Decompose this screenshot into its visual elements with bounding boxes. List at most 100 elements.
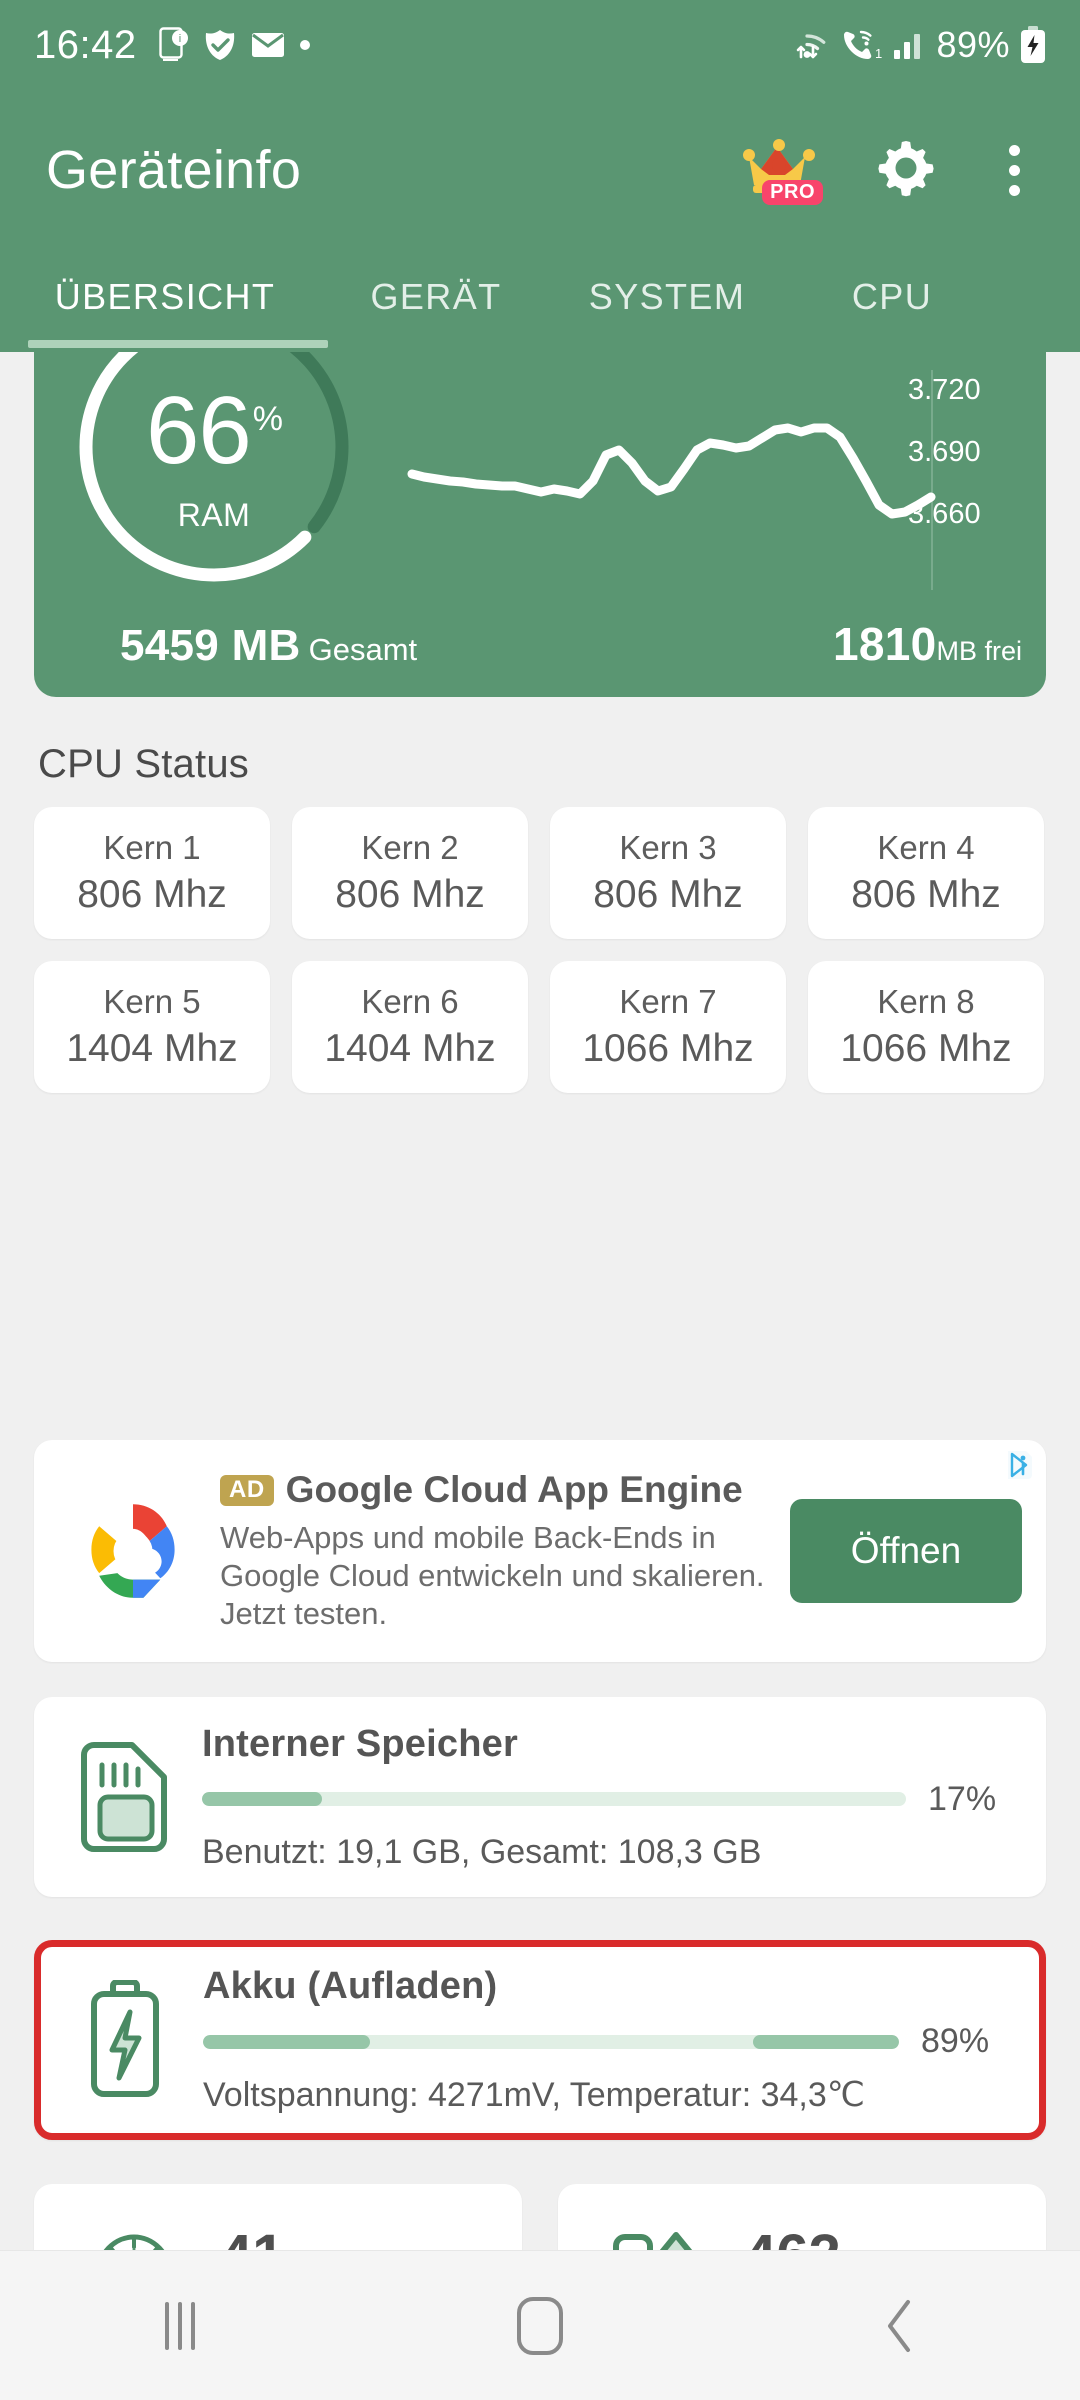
storage-detail: Benutzt: 19,1 GB, Gesamt: 108,3 GB (202, 1833, 1020, 1872)
ram-free-label: MB frei (936, 636, 1022, 666)
app-bar-actions: PRO (741, 135, 1034, 205)
battery-detail: Voltspannung: 4271mV, Temperatur: 34,3℃ (203, 2075, 1013, 2115)
cpu-core-name: Kern 4 (877, 829, 974, 867)
ram-total-label: Gesamt (309, 632, 418, 667)
scroll-content[interactable]: 66% RAM 3.720 3.690 3.660 5459 MBGesamt … (0, 352, 1080, 2250)
cpu-core-name: Kern 7 (619, 983, 716, 1021)
ram-total-value: 5459 MB (120, 621, 301, 670)
shield-check-icon (203, 28, 237, 62)
ram-label: RAM (178, 497, 251, 534)
cpu-core-name: Kern 1 (103, 829, 200, 867)
ram-card[interactable]: 66% RAM 3.720 3.690 3.660 5459 MBGesamt … (34, 352, 1046, 697)
svg-text:1: 1 (875, 46, 882, 61)
status-battery-percent: 89% (936, 24, 1010, 66)
cpu-core-card[interactable]: Kern 2 806 Mhz (292, 807, 528, 939)
home-icon[interactable] (440, 2251, 640, 2400)
tab-geraet-label: GERÄT (370, 276, 501, 317)
tab-geraet[interactable]: GERÄT (330, 262, 542, 318)
page-title: Geräteinfo (46, 139, 301, 201)
cpu-core-card[interactable]: Kern 4 806 Mhz (808, 807, 1044, 939)
advertisement-card[interactable]: AD Google Cloud App Engine Web-Apps und … (34, 1440, 1046, 1662)
sd-card-icon (72, 1739, 176, 1855)
pro-crown-icon[interactable]: PRO (741, 135, 817, 205)
ram-percent-value: 66 (146, 377, 251, 484)
tab-cpu-label: CPU (852, 276, 932, 317)
battery-charging-icon (73, 1980, 177, 2100)
cpu-core-freq: 806 Mhz (851, 873, 1001, 917)
storage-title: Interner Speicher (202, 1723, 1020, 1766)
sim-card-info-icon: i (159, 27, 189, 63)
ram-axis-label-2: 3.660 (908, 498, 1018, 531)
ram-percent: 66% (146, 383, 282, 479)
tab-system-label: SYSTEM (589, 276, 745, 317)
ram-history-chart (404, 362, 944, 597)
cpu-core-freq: 1404 Mhz (324, 1027, 495, 1071)
google-cloud-logo (68, 1486, 198, 1616)
battery-progress-track (203, 2035, 899, 2049)
battery-card[interactable]: Akku (Aufladen) 89% Voltspannung: 4271mV… (34, 1940, 1046, 2140)
ram-free: 1810MB frei (833, 617, 1022, 671)
cpu-core-name: Kern 6 (361, 983, 458, 1021)
status-clock: 16:42 (34, 23, 137, 68)
adchoices-icon[interactable] (1002, 1448, 1036, 1487)
cpu-core-freq: 806 Mhz (593, 873, 743, 917)
storage-bar-row: 17% (202, 1780, 1020, 1819)
cpu-core-name: Kern 8 (877, 983, 974, 1021)
tab-active-indicator (28, 340, 328, 348)
tab-uebersicht[interactable]: ÜBERSICHT (0, 262, 330, 318)
ram-total: 5459 MBGesamt (120, 621, 417, 671)
wifi-icon (786, 27, 828, 63)
overflow-menu-icon[interactable] (995, 141, 1034, 200)
phone-screen: 16:42 i (0, 0, 1080, 2400)
battery-progress-fill (203, 2035, 370, 2049)
ad-body-text: Web-Apps und mobile Back-Ends in Google … (220, 1519, 780, 1632)
battery-bar-row: 89% (203, 2022, 1013, 2061)
cpu-core-name: Kern 3 (619, 829, 716, 867)
cpu-core-name: Kern 5 (103, 983, 200, 1021)
status-right-icons: 1 89% (786, 24, 1046, 66)
battery-progress-fill-tail (753, 2035, 899, 2049)
cpu-core-card[interactable]: Kern 8 1066 Mhz (808, 961, 1044, 1093)
cpu-core-freq: 806 Mhz (335, 873, 485, 917)
battery-percent: 89% (921, 2022, 1013, 2061)
storage-info: Interner Speicher 17% Benutzt: 19,1 GB, … (202, 1723, 1020, 1872)
ram-chart-axis: 3.720 3.690 3.660 (908, 374, 1018, 531)
cpu-core-freq: 1066 Mhz (582, 1027, 753, 1071)
tab-bar: ÜBERSICHT GERÄT SYSTEM CPU (0, 250, 1080, 352)
battery-title: Akku (Aufladen) (203, 1965, 1013, 2008)
ad-text-block: AD Google Cloud App Engine Web-Apps und … (220, 1469, 780, 1632)
internal-storage-card[interactable]: Interner Speicher 17% Benutzt: 19,1 GB, … (34, 1697, 1046, 1897)
email-icon (251, 31, 285, 59)
tab-cpu[interactable]: CPU (792, 262, 992, 318)
tab-uebersicht-label: ÜBERSICHT (55, 276, 276, 317)
ad-open-button[interactable]: Öffnen (790, 1499, 1022, 1603)
back-icon[interactable] (800, 2251, 1000, 2400)
ad-headline-row: AD Google Cloud App Engine (220, 1469, 780, 1511)
cpu-core-freq: 1404 Mhz (66, 1027, 237, 1071)
battery-charging-icon (1020, 26, 1046, 64)
storage-progress-track (202, 1792, 906, 1806)
cpu-core-card[interactable]: Kern 5 1404 Mhz (34, 961, 270, 1093)
cpu-core-card[interactable]: Kern 1 806 Mhz (34, 807, 270, 939)
ram-free-value: 1810 (833, 618, 937, 670)
system-nav-bar (0, 2250, 1080, 2400)
cpu-core-grid: Kern 1 806 Mhz Kern 2 806 Mhz Kern 3 806… (34, 807, 1046, 1093)
cpu-status-title: CPU Status (38, 742, 249, 787)
cpu-core-card[interactable]: Kern 7 1066 Mhz (550, 961, 786, 1093)
tab-system[interactable]: SYSTEM (542, 262, 792, 318)
ram-axis-label-0: 3.720 (908, 374, 1018, 407)
recents-icon[interactable] (80, 2251, 280, 2400)
status-bar: 16:42 i (0, 0, 1080, 90)
cpu-core-card[interactable]: Kern 3 806 Mhz (550, 807, 786, 939)
storage-progress-fill (202, 1792, 322, 1806)
ram-gauge-text: 66% RAM (64, 352, 364, 597)
call-wifi-icon: 1 (838, 27, 882, 63)
battery-info: Akku (Aufladen) 89% Voltspannung: 4271mV… (203, 1965, 1013, 2115)
settings-gear-icon[interactable] (875, 137, 937, 204)
cpu-core-card[interactable]: Kern 6 1404 Mhz (292, 961, 528, 1093)
ram-axis-label-1: 3.690 (908, 436, 1018, 469)
storage-percent: 17% (928, 1780, 1020, 1819)
ram-percent-symbol: % (253, 400, 282, 438)
dot-icon (299, 39, 311, 51)
app-bar: Geräteinfo PRO (0, 90, 1080, 250)
